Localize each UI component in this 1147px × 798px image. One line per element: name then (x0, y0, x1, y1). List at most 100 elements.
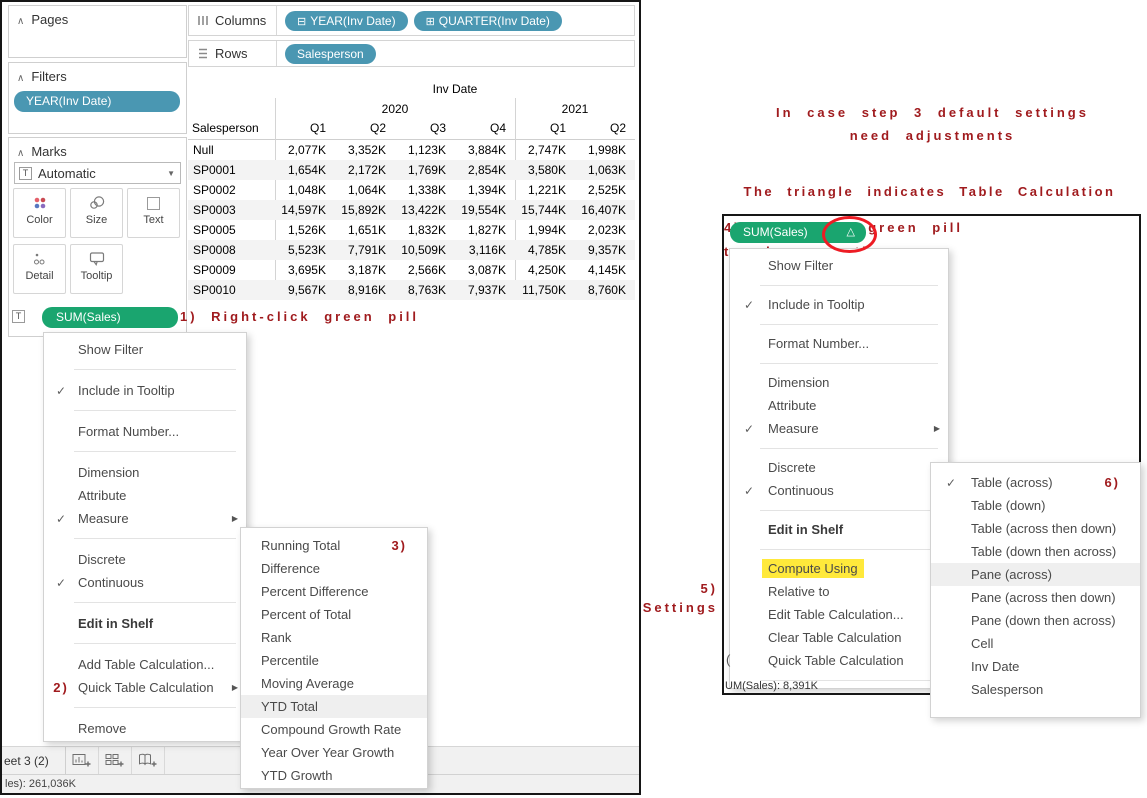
menu-item-label: Attribute (768, 398, 816, 413)
menu-item-label: Dimension (768, 375, 829, 390)
menu-item[interactable]: YTD Total ▶ (241, 695, 427, 718)
menu-item[interactable]: Percent of Total ▶ (241, 603, 427, 626)
annotation-step1: 1) Right-click green pill (180, 306, 419, 328)
chevron-down-icon: ▼ (167, 169, 175, 178)
menu-item[interactable]: ✓ Attribute ▶ (44, 484, 246, 507)
cell-value: 2,854K (455, 163, 515, 177)
menu-item[interactable]: ✓ Discrete ▶ (730, 456, 948, 479)
menu-item[interactable]: ✓ Include in Tooltip ▶ (44, 379, 246, 402)
text-button[interactable]: Text (127, 188, 180, 238)
new-story-button[interactable] (132, 747, 165, 774)
menu-item[interactable]: ✓ Show Filter ▶ (730, 254, 948, 277)
menu-item[interactable]: ✓ Include in Tooltip ▶ (730, 293, 948, 316)
menu-item[interactable]: ✓ Table (across then down) (931, 517, 1140, 540)
cell-value: 3,187K (335, 263, 395, 277)
menu-item[interactable]: ✓ Edit in Shelf ▶ (44, 612, 246, 635)
menu-item[interactable]: ✓ Measure ▶ (730, 417, 948, 440)
quarter-header: Q4 (455, 121, 515, 135)
cell-value: 3,087K (455, 263, 515, 277)
tooltip-button[interactable]: Tooltip (70, 244, 123, 294)
menu-item[interactable]: Running Total 3) ▶ (241, 534, 427, 557)
menu-item-label: Percentile (261, 653, 319, 668)
menu-item[interactable]: ✓ Quick Table Calculation ▶ (730, 649, 948, 672)
menu-separator (44, 635, 246, 653)
menu-item[interactable]: ✓ Table (across) 6) (931, 471, 1140, 494)
check-icon: ✓ (56, 576, 66, 590)
menu-item[interactable]: ✓ Show Filter ▶ (44, 338, 246, 361)
menu-item[interactable]: ✓ Measure ▶ (44, 507, 246, 530)
quarter-header: Q1 (515, 121, 575, 135)
cell-value: 1,994K (515, 223, 575, 237)
row-label: SP0008 (188, 243, 275, 257)
menu-item[interactable]: ✓ Pane (across) (931, 563, 1140, 586)
new-worksheet-icon (72, 753, 92, 769)
text-encoding-icon: T (12, 310, 25, 323)
menu-item[interactable]: ✓ Discrete ▶ (44, 548, 246, 571)
cell-value: 1,394K (455, 183, 515, 197)
menu-item[interactable]: ✓ Edit Table Calculation... ▶ (730, 603, 948, 626)
mark-type-dropdown[interactable]: T Automatic ▼ (14, 162, 181, 184)
quarter-inv-date-pill[interactable]: ⊞QUARTER(Inv Date) (414, 11, 562, 31)
size-button[interactable]: Size (70, 188, 123, 238)
menu-item[interactable]: Percent Difference ▶ (241, 580, 427, 603)
cell-value: 10,509K (395, 243, 455, 257)
sum-sales-pill[interactable]: SUM(Sales) (42, 307, 178, 328)
cell-value: 2,525K (575, 183, 635, 197)
menu-item[interactable]: ✓ Inv Date (931, 655, 1140, 678)
pages-card: ∧Pages (8, 5, 187, 58)
menu-item[interactable]: ✓ Pane (across then down) (931, 586, 1140, 609)
menu-item[interactable]: Moving Average ▶ (241, 672, 427, 695)
menu-item[interactable]: ✓ Compute Using ▶ (730, 557, 948, 580)
table-row: Null 2,077K 3,352K 1,123K 3,884K 2,747K … (188, 140, 635, 160)
filter-pill-year-inv-date[interactable]: YEAR(Inv Date) (14, 91, 180, 112)
sheet-tab[interactable]: eet 3 (2) (2, 747, 66, 774)
collapse-icon[interactable]: ∧ (17, 73, 24, 84)
cell-value: 13,422K (395, 203, 455, 217)
new-worksheet-button[interactable] (66, 747, 99, 774)
menu-item[interactable]: ✓ Clear Table Calculation ▶ (730, 626, 948, 649)
menu-item[interactable]: Year Over Year Growth ▶ (241, 741, 427, 764)
menu-item[interactable]: ✓ Relative to ▶ (730, 580, 948, 603)
salesperson-pill[interactable]: Salesperson (285, 44, 376, 64)
collapse-field-icon[interactable]: ⊟ (297, 16, 306, 28)
menu-item[interactable]: ✓ Continuous ▶ (44, 571, 246, 594)
menu-item[interactable]: ✓ Salesperson (931, 678, 1140, 701)
collapse-icon[interactable]: ∧ (17, 148, 24, 159)
menu-item[interactable]: ✓ Continuous ▶ (730, 479, 948, 502)
menu-item[interactable]: ✓ Cell (931, 632, 1140, 655)
cell-value: 2,077K (275, 143, 335, 157)
menu-item-label: Quick Table Calculation (78, 680, 214, 695)
menu-item[interactable]: 2) ✓ Quick Table Calculation ▶ (44, 676, 246, 699)
menu-item[interactable]: ✓ Add Table Calculation... ▶ (44, 653, 246, 676)
menu-item[interactable]: Percentile ▶ (241, 649, 427, 672)
menu-item[interactable]: Compound Growth Rate ▶ (241, 718, 427, 741)
year-inv-date-pill[interactable]: ⊟YEAR(Inv Date) (285, 11, 408, 31)
menu-item[interactable]: ✓ Edit in Shelf ▶ (730, 518, 948, 541)
menu-item-label: Compound Growth Rate (261, 722, 401, 737)
table-row: SP0005 1,526K 1,651K 1,832K 1,827K 1,994… (188, 220, 635, 240)
crosstab-dimension-title: Inv Date (275, 82, 635, 96)
menu-item[interactable]: YTD Growth ▶ (241, 764, 427, 787)
menu-item[interactable]: ✓ Dimension ▶ (44, 461, 246, 484)
annotation-triangle-note: The triangle indicates Table Calculation (712, 184, 1147, 199)
menu-item-label: Clear Table Calculation (768, 630, 901, 645)
color-icon (14, 195, 65, 213)
color-button[interactable]: Color (13, 188, 66, 238)
detail-button[interactable]: Detail (13, 244, 66, 294)
row-label: SP0001 (188, 163, 275, 177)
cell-value: 3,695K (275, 263, 335, 277)
menu-item[interactable]: ✓ Format Number... ▶ (730, 332, 948, 355)
menu-item[interactable]: ✓ Attribute ▶ (730, 394, 948, 417)
menu-item[interactable]: Difference ▶ (241, 557, 427, 580)
menu-item[interactable]: Rank ▶ (241, 626, 427, 649)
menu-item[interactable]: ✓ Table (down) (931, 494, 1140, 517)
expand-field-icon[interactable]: ⊞ (426, 16, 435, 28)
menu-item[interactable]: ✓ Dimension ▶ (730, 371, 948, 394)
collapse-icon[interactable]: ∧ (17, 16, 24, 27)
new-dashboard-button[interactable] (99, 747, 132, 774)
menu-item[interactable]: ✓ Table (down then across) (931, 540, 1140, 563)
marks-card-header: ∧Marks (17, 144, 67, 159)
menu-item[interactable]: ✓ Pane (down then across) (931, 609, 1140, 632)
menu-item[interactable]: ✓ Remove ▶ (44, 717, 246, 740)
menu-item[interactable]: ✓ Format Number... ▶ (44, 420, 246, 443)
